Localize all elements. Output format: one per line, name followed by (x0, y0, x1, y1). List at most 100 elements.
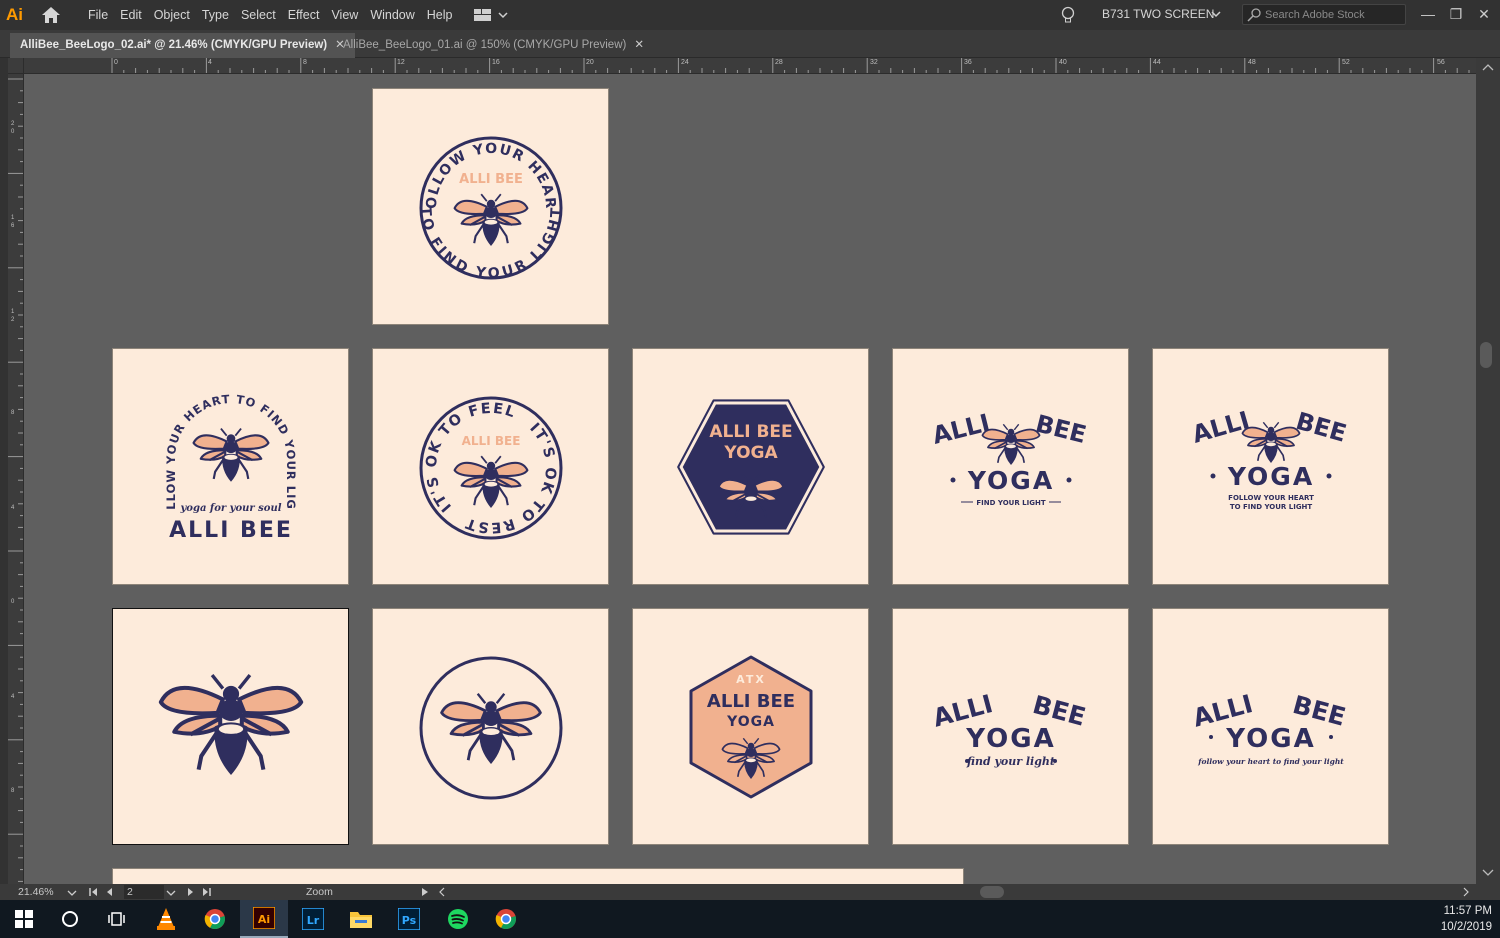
start-button[interactable] (0, 900, 48, 938)
canvas[interactable]: FOLLOW YOUR HEART TO FIND YOUR LIGHT ALL… (24, 74, 1476, 884)
chevron-down-icon[interactable] (166, 888, 176, 898)
horizontal-scroll-thumb[interactable] (980, 886, 1004, 898)
close-button[interactable]: ✕ (1474, 4, 1494, 24)
menu-view[interactable]: View (325, 0, 364, 30)
home-icon[interactable] (41, 6, 61, 24)
artboard-yoga-follow-script[interactable]: ALLI BEE YOGA follow your heart to find … (1152, 608, 1389, 845)
windows-taskbar: Ai Lr Ps 11:57 PM 10/2/2019 (0, 900, 1500, 938)
logo-text: FOLLOW YOUR HEART (1228, 494, 1314, 502)
cortana-button[interactable] (46, 900, 94, 938)
menu-object[interactable]: Object (148, 0, 196, 30)
menu-window[interactable]: Window (364, 0, 420, 30)
ruler-label: 40 (1059, 59, 1067, 66)
scroll-down-icon[interactable] (1476, 866, 1500, 880)
horizontal-ruler[interactable]: 0 4 8 12 16 20 24 28 32 36 40 44 48 52 5… (24, 58, 1476, 74)
logo-alli-bee-yoga-2: ALLI BEE YOGA FOLLOW YOUR HEART TO FIND … (1189, 406, 1350, 511)
logo-text: YOGA (965, 724, 1055, 754)
svg-text:Lr: Lr (307, 914, 320, 927)
document-tabs: AlliBee_BeeLogo_02.ai* @ 21.46% (CMYK/GP… (0, 30, 1500, 58)
artboard-bee-circle[interactable] (372, 608, 609, 845)
artboard-arch-yoga-soul[interactable]: FOLLOW YOUR HEART TO FIND YOUR LIGHT yog… (112, 348, 349, 585)
chevron-down-icon[interactable] (1211, 9, 1221, 19)
main-menu: File Edit Object Type Select Effect View… (82, 0, 459, 30)
ruler-label: 1 6 (11, 215, 15, 229)
artboard-yoga-find-light-script[interactable]: ALLI BEE YOGA find your light (892, 608, 1129, 845)
minimize-button[interactable]: — (1418, 4, 1438, 24)
logo-text: ATX (736, 673, 766, 686)
play-icon[interactable] (420, 886, 430, 898)
photoshop-icon: Ps (398, 908, 420, 930)
illustrator-window: Ai File Edit Object Type Select Effect V… (0, 0, 1500, 938)
artboard-follow-heart-circle[interactable]: FOLLOW YOUR HEART TO FIND YOUR LIGHT ALL… (372, 88, 609, 325)
artboard-alli-bee-yoga-follow-heart[interactable]: ALLI BEE YOGA FOLLOW YOUR HEART TO FIND … (1152, 348, 1389, 585)
scroll-thumb[interactable] (1480, 342, 1492, 368)
workspace-switcher[interactable]: B731 TWO SCREEN (1102, 0, 1214, 28)
logo-arch: FOLLOW YOUR HEART TO FIND YOUR LIGHT yog… (164, 392, 297, 543)
ruler-label: 8 (303, 59, 307, 66)
scroll-right-icon[interactable] (1461, 886, 1471, 898)
chrome-app-2[interactable] (482, 900, 530, 938)
logo-text: BEE (1293, 407, 1350, 448)
search-icon (1247, 8, 1261, 22)
tools-edge (0, 58, 8, 884)
ruler-ticks (111, 58, 1470, 73)
artboard-number-field[interactable]: 2 (124, 885, 164, 899)
logo-text: BEE (1033, 409, 1089, 449)
windows-icon (15, 910, 33, 928)
logo-text: YOGA (723, 443, 778, 463)
first-previous-artboard-icon[interactable] (88, 886, 118, 898)
logo-its-ok: IT'S OK TO FEEL IT'S OK TO REST ALLI BEE (398, 375, 584, 560)
ruler-label: 24 (681, 59, 689, 66)
vlc-app[interactable] (142, 900, 190, 938)
file-explorer-app[interactable] (337, 900, 385, 938)
photoshop-app[interactable]: Ps (385, 900, 433, 938)
task-view-button[interactable] (94, 900, 142, 938)
next-last-artboard-icon[interactable] (184, 886, 214, 898)
chevron-down-icon[interactable] (67, 888, 77, 898)
menu-effect[interactable]: Effect (282, 0, 326, 30)
chrome-app[interactable] (191, 900, 239, 938)
ruler-label: 52 (1342, 59, 1350, 66)
vertical-ruler[interactable]: 2 0 1 6 1 2 8 4 0 4 8 (8, 74, 24, 884)
logo-text: find your light (966, 755, 1055, 768)
svg-text:Ai: Ai (258, 913, 270, 926)
artboard-its-ok-circle[interactable]: IT'S OK TO FEEL IT'S OK TO REST ALLI BEE (372, 348, 609, 585)
system-clock[interactable]: 11:57 PM 10/2/2019 (1441, 903, 1492, 935)
illustrator-logo: Ai (6, 5, 23, 24)
vertical-scrollbar[interactable] (1476, 58, 1500, 884)
lightroom-app[interactable]: Lr (289, 900, 337, 938)
spotify-app[interactable] (434, 900, 482, 938)
ruler-origin[interactable] (8, 58, 24, 74)
zoom-level[interactable]: 21.46% (18, 886, 54, 898)
arrange-documents-icon[interactable] (474, 8, 510, 22)
lightbulb-icon[interactable] (1060, 6, 1076, 24)
scroll-left-icon[interactable] (437, 886, 447, 898)
logo-hexagon-navy: ALLI BEE YOGA (677, 399, 825, 535)
scroll-up-icon[interactable] (1476, 60, 1500, 74)
logo-text: ALLI BEE (707, 691, 795, 712)
logo-text: ALLI BEE (459, 172, 523, 187)
ruler-label: 2 0 (11, 121, 15, 135)
logo-text: ALLI (929, 409, 992, 450)
logo-text: YOGA (967, 466, 1054, 495)
stock-search[interactable] (1242, 4, 1406, 25)
menu-type[interactable]: Type (196, 0, 235, 30)
artboard-hexagon-navy[interactable]: ALLI BEE YOGA (632, 348, 869, 585)
menu-select[interactable]: Select (235, 0, 282, 30)
tab-document-1[interactable]: AlliBee_BeeLogo_01.ai @ 150% (CMYK/GPU P… (333, 33, 654, 58)
menu-file[interactable]: File (82, 0, 114, 30)
artboard-partial[interactable] (112, 868, 964, 884)
artboard-alli-bee-yoga-find-light[interactable]: ALLI BEE YOGA FIND YOUR LIGHT (892, 348, 1129, 585)
status-bar: 21.46% 2 Zoom (0, 884, 1500, 900)
menu-help[interactable]: Help (421, 0, 459, 30)
artboard-bee-only[interactable] (112, 608, 349, 845)
restore-button[interactable]: ❐ (1446, 4, 1466, 24)
artboard-hexagon-peach-atx[interactable]: ATX ALLI BEE YOGA (632, 608, 869, 845)
ruler-label: 4 (208, 59, 212, 66)
illustrator-app[interactable]: Ai (240, 900, 288, 938)
tab-document-2[interactable]: AlliBee_BeeLogo_02.ai* @ 21.46% (CMYK/GP… (10, 33, 355, 58)
search-input[interactable] (1265, 7, 1403, 23)
close-tab-icon[interactable]: ✕ (634, 39, 644, 51)
menu-edit[interactable]: Edit (114, 0, 148, 30)
ruler-ticks (8, 78, 23, 882)
